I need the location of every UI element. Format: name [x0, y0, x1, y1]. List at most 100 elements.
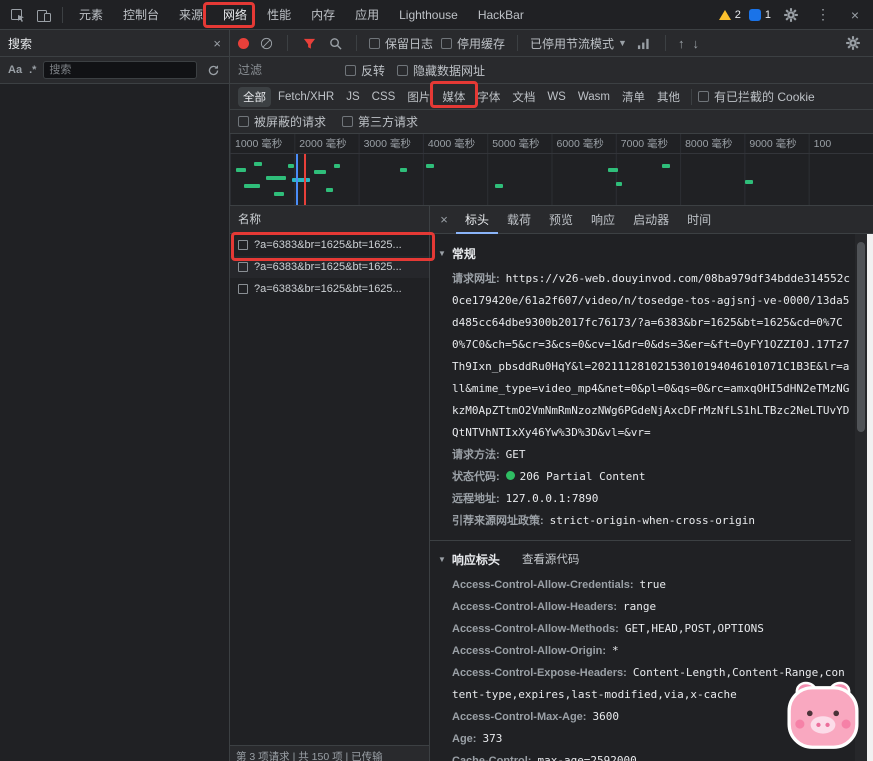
third-party-checkbox[interactable]: 第三方请求 [342, 113, 418, 130]
network-overview-timeline[interactable]: 1000 毫秒2000 毫秒3000 毫秒4000 毫秒5000 毫秒6000 … [230, 134, 873, 206]
warnings-badge[interactable]: 2 [719, 9, 741, 21]
more-options-icon[interactable]: ⋮ [811, 3, 835, 27]
close-search-panel-icon[interactable]: × [213, 36, 221, 51]
preserve-log-checkbox[interactable]: 保留日志 [369, 35, 433, 52]
detail-tab-response[interactable]: 响应 [582, 206, 624, 234]
devtools-tab-network[interactable]: 网络 [213, 0, 257, 30]
third-party-label: 第三方请求 [358, 113, 418, 130]
devtools-tab-lighthouse[interactable]: Lighthouse [389, 0, 468, 30]
chevron-down-icon: ▼ [438, 249, 446, 258]
detail-tab-headers[interactable]: 标头 [456, 206, 498, 234]
header-value: range [623, 600, 656, 613]
view-source-button[interactable]: 查看源代码 [522, 551, 580, 567]
record-network-log-icon[interactable] [238, 38, 249, 49]
checkbox-icon [345, 65, 356, 76]
disable-cache-checkbox[interactable]: 停用缓存 [441, 35, 505, 52]
timeline-event-line [304, 154, 306, 205]
filter-type-ws[interactable]: WS [542, 89, 571, 105]
filter-type-img[interactable]: 图片 [402, 87, 435, 107]
divider [691, 89, 692, 105]
header-value: 373 [482, 732, 502, 745]
filter-input[interactable] [238, 61, 333, 79]
devtools-tab-console[interactable]: 控制台 [113, 0, 169, 30]
field-value: GET [506, 448, 526, 461]
throttling-select[interactable]: 已停用节流模式 ▼ [530, 35, 627, 52]
settings-gear-icon[interactable] [779, 3, 803, 27]
request-name: ?a=6383&br=1625&bt=1625... [254, 283, 402, 295]
timeline-label: 6000 毫秒 [551, 134, 615, 153]
refresh-icon[interactable] [204, 61, 222, 79]
detail-tab-timing[interactable]: 时间 [678, 206, 720, 234]
blocked-requests-checkbox[interactable]: 被屏蔽的请求 [238, 113, 326, 130]
field-name: 远程地址: [452, 493, 500, 505]
network-settings-gear-icon[interactable] [841, 31, 865, 55]
detail-tab-payload[interactable]: 载荷 [498, 206, 540, 234]
header-value: * [612, 644, 619, 657]
timeline-label: 5000 毫秒 [487, 134, 551, 153]
request-row[interactable]: ?a=6383&br=1625&bt=1625... [230, 278, 429, 300]
filter-type-css[interactable]: CSS [367, 89, 401, 105]
network-activity-mark [400, 168, 407, 172]
hide-data-urls-checkbox[interactable]: 隐藏数据网址 [397, 62, 485, 79]
filter-type-other[interactable]: 其他 [652, 87, 685, 107]
regex-toggle[interactable]: .* [29, 64, 36, 76]
filter-type-js[interactable]: JS [341, 89, 364, 105]
response-header-row: Access-Control-Allow-Headers:range [452, 596, 851, 618]
device-toolbar-icon[interactable] [32, 3, 56, 27]
issue-count: 1 [765, 9, 771, 21]
close-devtools-icon[interactable]: × [843, 3, 867, 27]
devtools-tab-memory[interactable]: 内存 [301, 0, 345, 30]
clear-network-log-icon[interactable] [257, 34, 275, 52]
blocked-cookies-checkbox[interactable]: 有已拦截的 Cookie [698, 88, 815, 105]
filter-type-wasm[interactable]: Wasm [573, 89, 615, 105]
export-har-icon[interactable]: ↓ [692, 36, 699, 51]
field-name: 引荐来源网址政策: [452, 515, 544, 527]
response-headers-section-header[interactable]: ▼ 响应标头 查看源代码 [438, 549, 851, 569]
detail-tab-preview[interactable]: 预览 [540, 206, 582, 234]
filter-type-all[interactable]: 全部 [238, 87, 271, 107]
inspect-element-icon[interactable] [6, 3, 30, 27]
timeline-label: 4000 毫秒 [423, 134, 487, 153]
scrollbar-thumb[interactable] [857, 242, 865, 432]
header-name: Access-Control-Expose-Headers: [452, 667, 627, 679]
request-row[interactable]: ?a=6383&br=1625&bt=1625... [230, 234, 429, 256]
search-network-icon[interactable] [326, 34, 344, 52]
filter-type-doc[interactable]: 文档 [507, 87, 540, 107]
request-name: ?a=6383&br=1625&bt=1625... [254, 261, 402, 273]
disable-cache-label: 停用缓存 [457, 35, 505, 52]
name-column-header[interactable]: 名称 [230, 206, 429, 234]
filter-type-manifest[interactable]: 清单 [617, 87, 650, 107]
timeline-label: 3000 毫秒 [359, 134, 423, 153]
invert-filter-checkbox[interactable]: 反转 [345, 62, 385, 79]
search-input[interactable] [43, 61, 197, 79]
close-details-icon[interactable]: × [434, 212, 454, 227]
general-field: 引荐来源网址政策:strict-origin-when-cross-origin [452, 510, 851, 532]
status-dot-icon [506, 471, 515, 480]
network-activity-mark [326, 188, 333, 192]
preserve-log-label: 保留日志 [385, 35, 433, 52]
import-har-icon[interactable]: ↑ [678, 36, 685, 51]
devtools-tab-hackbar[interactable]: HackBar [468, 0, 534, 30]
timeline-event-line [296, 154, 298, 205]
devtools-tab-elements[interactable]: 元素 [69, 0, 113, 30]
request-row[interactable]: ?a=6383&br=1625&bt=1625... [230, 256, 429, 278]
filter-type-media[interactable]: 媒体 [437, 87, 470, 107]
detail-tab-initiator[interactable]: 启动器 [624, 206, 678, 234]
network-activity-mark [274, 192, 284, 196]
match-case-toggle[interactable]: Aa [8, 64, 22, 76]
filter-type-fetch-xhr[interactable]: Fetch/XHR [273, 89, 339, 105]
general-section-header[interactable]: ▼ 常规 [438, 243, 851, 263]
network-activity-mark [288, 164, 294, 168]
devtools-tab-application[interactable]: 应用 [345, 0, 389, 30]
network-conditions-icon[interactable] [635, 34, 653, 52]
network-activity-mark [244, 184, 260, 188]
filter-funnel-icon[interactable] [300, 34, 318, 52]
filter-type-font[interactable]: 字体 [472, 87, 505, 107]
timeline-label: 1000 毫秒 [230, 134, 294, 153]
field-value: 206 Partial Content [520, 470, 646, 483]
devtools-tab-sources[interactable]: 来源 [169, 0, 213, 30]
header-name: Access-Control-Allow-Origin: [452, 645, 606, 657]
issues-badge[interactable]: 1 [749, 9, 771, 21]
devtools-tab-performance[interactable]: 性能 [257, 0, 301, 30]
checkbox-icon [698, 91, 709, 102]
